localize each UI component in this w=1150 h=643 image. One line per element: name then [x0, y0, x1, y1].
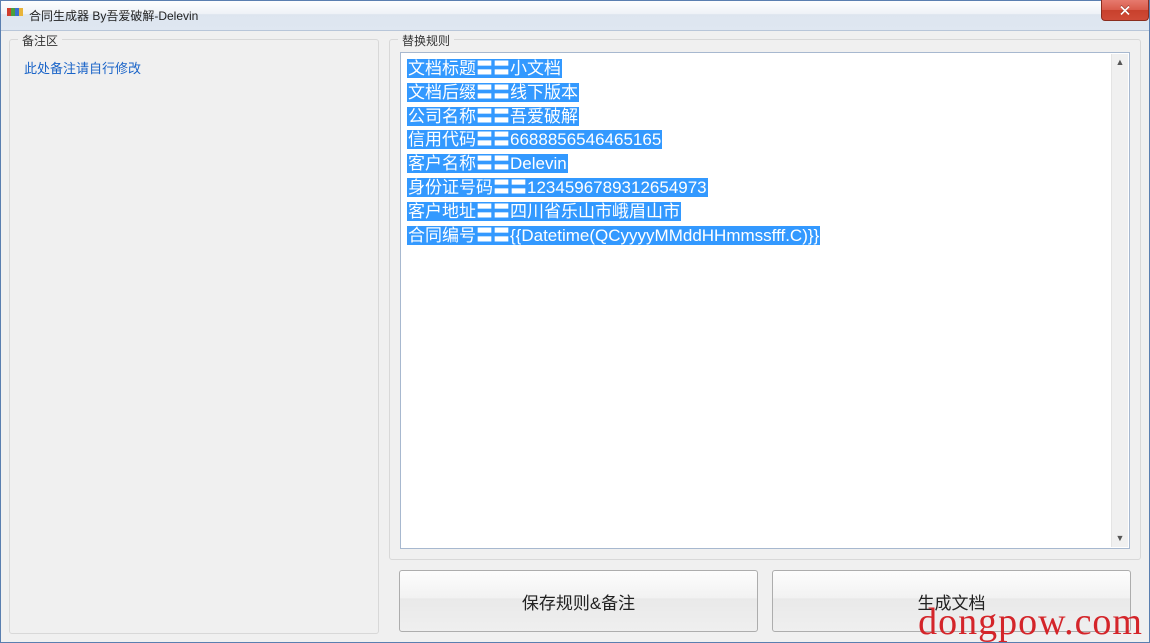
save-rules-button[interactable]: 保存规则&备注 [399, 570, 758, 632]
notes-groupbox: 备注区 此处备注请自行修改 [9, 39, 379, 634]
close-button[interactable] [1101, 0, 1149, 21]
rules-line[interactable]: 信用代码〓〓6688856546465165 [407, 128, 1123, 152]
close-icon [1120, 6, 1130, 15]
rules-textarea[interactable]: 文档标题〓〓小文档文档后缀〓〓线下版本公司名称〓〓吾爱破解信用代码〓〓66888… [400, 52, 1130, 549]
rules-line[interactable]: 客户名称〓〓Delevin [407, 152, 1123, 176]
window-title: 合同生成器 By吾爱破解-Delevin [29, 7, 198, 24]
rules-line-text: 合同编号〓〓{{Datetime(QCyyyyMMddHHmmssfff.C)}… [407, 226, 820, 245]
scroll-down-icon[interactable]: ▼ [1112, 530, 1128, 547]
scroll-up-icon[interactable]: ▲ [1112, 54, 1128, 71]
rules-line-text: 文档标题〓〓小文档 [407, 59, 562, 78]
rules-line[interactable]: 文档后缀〓〓线下版本 [407, 81, 1123, 105]
rules-line[interactable]: 文档标题〓〓小文档 [407, 57, 1123, 81]
rules-line[interactable]: 公司名称〓〓吾爱破解 [407, 105, 1123, 129]
app-icon [7, 8, 23, 24]
generate-doc-button[interactable]: 生成文档 [772, 570, 1131, 632]
rules-legend: 替换规则 [398, 32, 454, 49]
notes-textarea[interactable]: 此处备注请自行修改 [20, 52, 368, 623]
rules-line-text: 身份证号码〓〓1234596789312654973 [407, 178, 708, 197]
scrollbar[interactable]: ▲ ▼ [1111, 54, 1128, 547]
rules-line-text: 文档后缀〓〓线下版本 [407, 83, 579, 102]
rules-line-text: 公司名称〓〓吾爱破解 [407, 107, 579, 126]
rules-line-text: 客户名称〓〓Delevin [407, 154, 568, 173]
right-panel: 替换规则 文档标题〓〓小文档文档后缀〓〓线下版本公司名称〓〓吾爱破解信用代码〓〓… [389, 39, 1141, 634]
rules-groupbox: 替换规则 文档标题〓〓小文档文档后缀〓〓线下版本公司名称〓〓吾爱破解信用代码〓〓… [389, 39, 1141, 560]
notes-legend: 备注区 [18, 32, 62, 49]
app-window: 合同生成器 By吾爱破解-Delevin 备注区 此处备注请自行修改 替换规则 … [0, 0, 1150, 643]
rules-line-text: 客户地址〓〓四川省乐山市峨眉山市 [407, 202, 681, 221]
body: 备注区 此处备注请自行修改 替换规则 文档标题〓〓小文档文档后缀〓〓线下版本公司… [1, 31, 1149, 642]
rules-line-text: 信用代码〓〓6688856546465165 [407, 130, 662, 149]
rules-line[interactable]: 客户地址〓〓四川省乐山市峨眉山市 [407, 200, 1123, 224]
rules-line[interactable]: 身份证号码〓〓1234596789312654973 [407, 176, 1123, 200]
titlebar[interactable]: 合同生成器 By吾爱破解-Delevin [1, 1, 1149, 31]
rules-line[interactable]: 合同编号〓〓{{Datetime(QCyyyyMMddHHmmssfff.C)}… [407, 224, 1123, 248]
button-row: 保存规则&备注 生成文档 [389, 570, 1141, 634]
